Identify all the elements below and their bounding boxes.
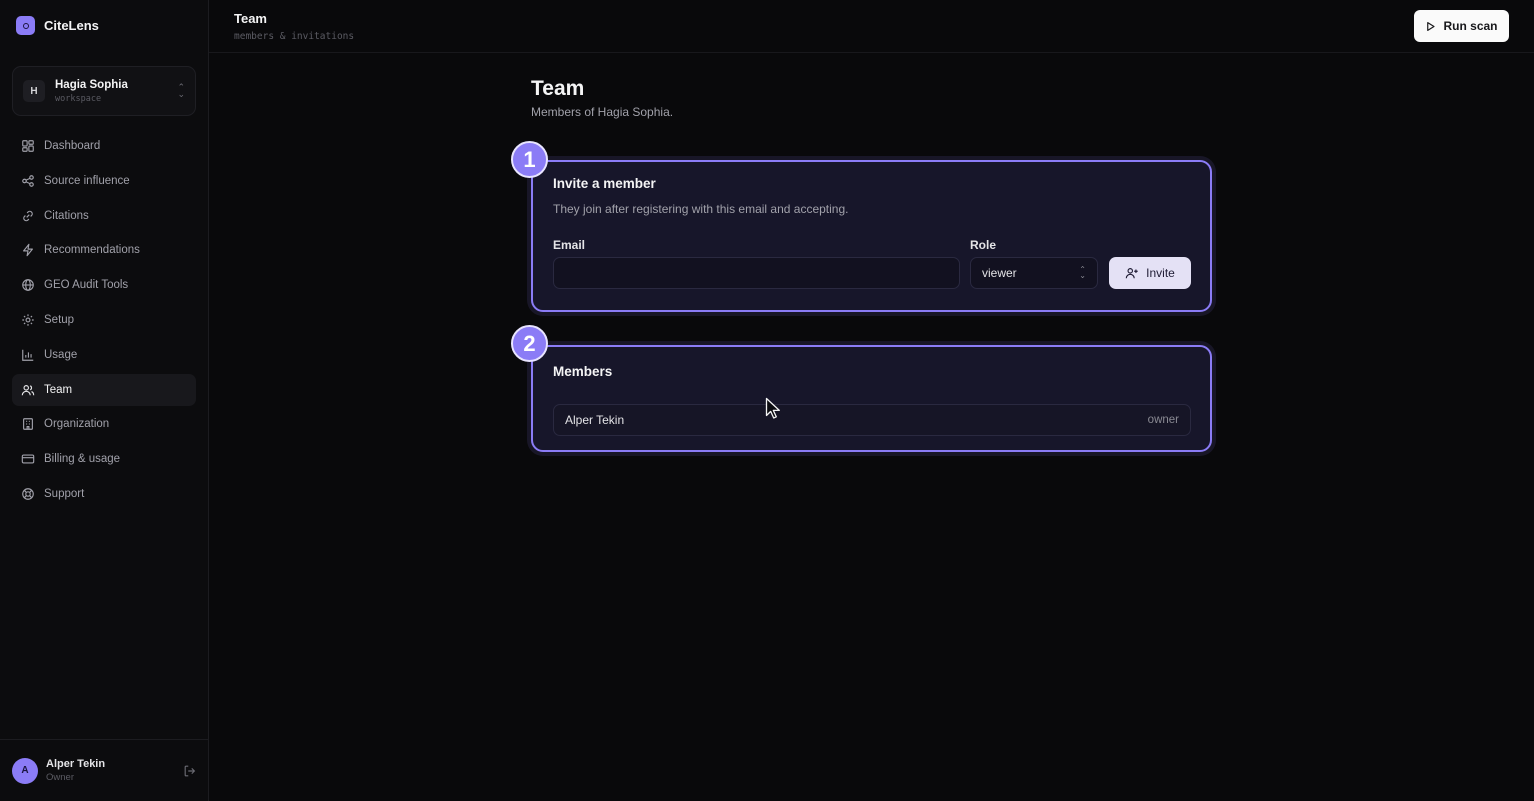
building-icon — [23, 418, 33, 431]
dashboard-icon — [22, 140, 34, 152]
invite-title: Invite a member — [553, 176, 656, 191]
sidebar-item-label: GEO Audit Tools — [44, 279, 129, 292]
role-select[interactable]: viewer ⌃ ⌄ — [970, 257, 1098, 289]
user-role: Owner — [46, 772, 74, 783]
header-subtitle: members & invitations — [234, 31, 355, 42]
user-plus-icon — [1125, 268, 1138, 279]
sidebar-item-label: Billing & usage — [44, 453, 121, 466]
member-role: owner — [1147, 414, 1179, 426]
page-subtitle: Members of Hagia Sophia. — [531, 105, 674, 119]
share-nodes-icon — [22, 174, 34, 187]
page-title: Team — [531, 77, 585, 100]
credit-card-icon — [21, 454, 35, 464]
sidebar-item-setup[interactable]: Setup — [12, 304, 196, 336]
run-scan-label: Run scan — [1443, 19, 1498, 33]
brand[interactable]: CiteLens — [16, 16, 99, 35]
sidebar-item-team[interactable]: Team — [12, 373, 196, 406]
sidebar-item-label: Source influence — [44, 174, 130, 187]
sidebar-item-support[interactable]: Support — [12, 478, 196, 510]
invite-member-card: Invite a member They join after register… — [531, 160, 1212, 312]
mouse-cursor-icon — [765, 397, 780, 419]
run-scan-button[interactable]: Run scan — [1414, 10, 1509, 42]
step-badge-1: 1 — [511, 141, 548, 178]
sidebar-item-label: Citations — [44, 209, 89, 222]
invite-button-label: Invite — [1146, 266, 1175, 280]
sidebar-nav: Dashboard Source influence Citations Rec… — [12, 130, 196, 513]
sidebar-item-dashboard[interactable]: Dashboard — [12, 130, 196, 162]
sidebar-item-citations[interactable]: Citations — [12, 200, 196, 232]
lifebuoy-icon — [22, 488, 34, 500]
logout-icon[interactable] — [183, 764, 197, 778]
workspace-switcher[interactable]: H Hagia Sophia workspace ⌃ ⌄ — [12, 66, 196, 116]
invite-button[interactable]: Invite — [1109, 257, 1191, 289]
step-badge-2: 2 — [511, 325, 548, 362]
lightning-icon — [23, 244, 33, 257]
sidebar-item-organization[interactable]: Organization — [12, 408, 196, 440]
email-field[interactable] — [553, 257, 960, 289]
header-title: Team — [234, 11, 267, 26]
member-name: Alper Tekin — [565, 413, 625, 427]
avatar: A — [12, 757, 38, 784]
user-name: Alper Tekin — [46, 758, 106, 770]
gear-icon — [22, 314, 34, 326]
workspace-avatar: H — [23, 80, 45, 102]
brand-logo-icon — [16, 16, 35, 35]
sidebar-item-source-influence[interactable]: Source influence — [12, 165, 196, 197]
sidebar-item-label: Dashboard — [44, 140, 101, 152]
bar-chart-icon — [22, 349, 34, 361]
members-title: Members — [553, 364, 613, 379]
table-row: Alper Tekin owner — [553, 404, 1191, 436]
sidebar-item-usage[interactable]: Usage — [12, 339, 196, 371]
workspace-label: workspace — [55, 93, 102, 104]
members-card: Members Alper Tekin owner — [531, 345, 1212, 452]
role-label: Role — [970, 238, 997, 252]
sidebar-item-label: Support — [44, 487, 85, 500]
sidebar-item-label: Organization — [44, 418, 110, 431]
globe-icon — [22, 279, 34, 292]
role-value: viewer — [982, 266, 1017, 280]
top-header: Team members & invitations Run scan — [209, 0, 1534, 53]
brand-name: CiteLens — [44, 18, 99, 33]
users-icon — [21, 384, 35, 395]
play-icon — [1427, 21, 1436, 31]
sidebar-item-label: Team — [44, 383, 73, 396]
sidebar-item-label: Setup — [44, 313, 75, 326]
chevron-up-down-icon: ⌃ ⌄ — [1079, 265, 1086, 280]
user-profile: A Alper Tekin Owner — [0, 739, 209, 801]
sidebar-item-label: Usage — [44, 348, 78, 361]
sidebar-item-recommendations[interactable]: Recommendations — [12, 234, 196, 266]
sidebar-item-label: Recommendations — [44, 244, 140, 257]
sidebar-item-geo-audit-tools[interactable]: GEO Audit Tools — [12, 269, 196, 301]
chevron-up-down-icon: ⌃ ⌄ — [177, 82, 185, 99]
email-label: Email — [553, 238, 586, 252]
sidebar: CiteLens H Hagia Sophia workspace ⌃ ⌄ Das… — [0, 0, 209, 801]
invite-description: They join after registering with this em… — [553, 202, 849, 216]
workspace-name: Hagia Sophia — [55, 78, 128, 91]
sidebar-item-billing-usage[interactable]: Billing & usage — [12, 443, 196, 475]
link-icon — [23, 210, 33, 221]
